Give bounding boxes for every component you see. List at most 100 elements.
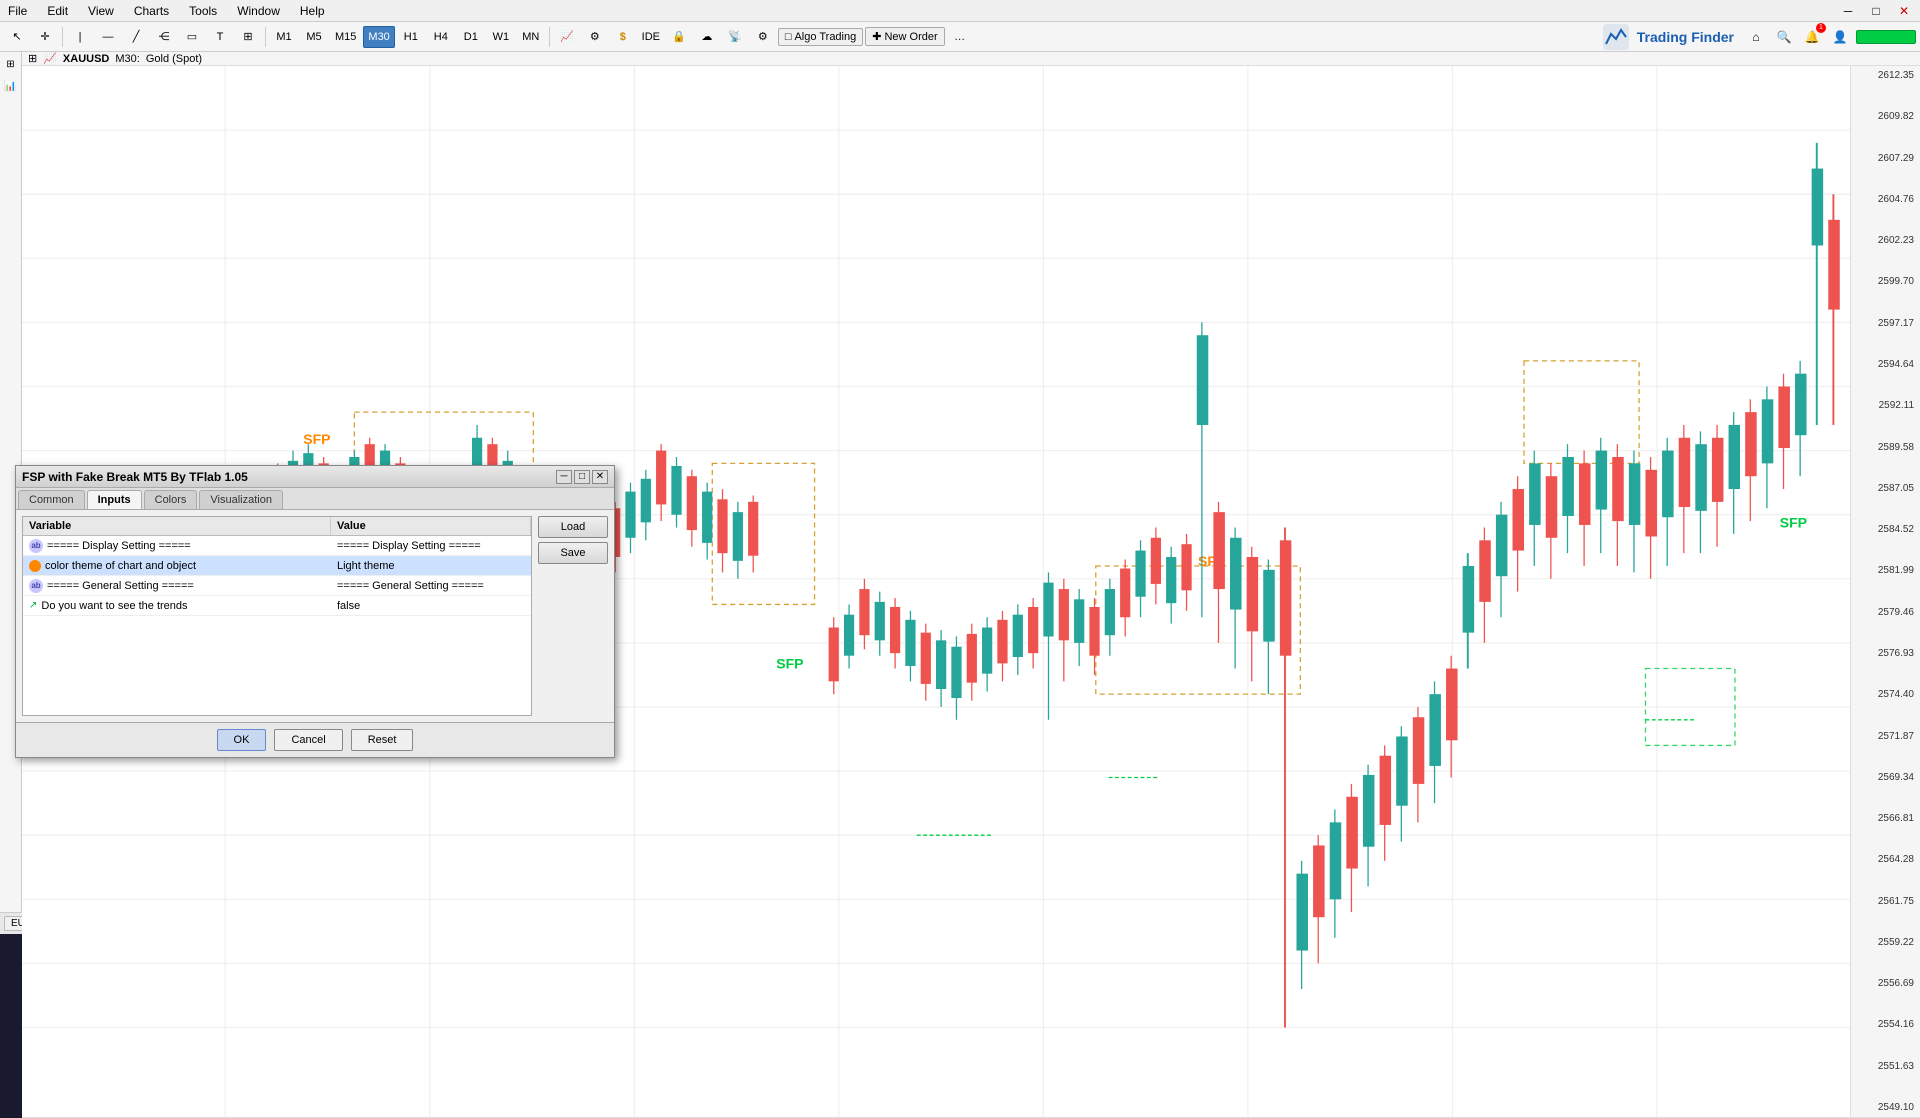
menu-window[interactable]: Window — [233, 4, 284, 18]
right-icons: ⌂ 🔍 🔔 1 👤 — [1744, 25, 1916, 49]
trendline-tool-btn[interactable]: ╱ — [123, 25, 149, 49]
menu-charts[interactable]: Charts — [130, 4, 173, 18]
price-label: 2579.46 — [1853, 607, 1918, 618]
tf-h1-btn[interactable]: H1 — [397, 26, 425, 48]
price-label: 2594.64 — [1853, 359, 1918, 370]
tab-common[interactable]: Common — [18, 490, 85, 509]
chart-description: Gold (Spot) — [146, 53, 202, 65]
settings-gear-btn[interactable]: ⚙ — [750, 25, 776, 49]
shapes-tool-btn[interactable]: ▭ — [179, 25, 205, 49]
ide-btn[interactable]: IDE — [638, 25, 664, 49]
cancel-btn[interactable]: Cancel — [274, 729, 342, 751]
variable-text-2: ===== General Setting ===== — [47, 580, 194, 592]
menu-file[interactable]: File — [4, 4, 31, 18]
price-label: 2576.93 — [1853, 648, 1918, 659]
load-btn[interactable]: Load — [538, 516, 608, 538]
variable-text-0: ===== Display Setting ===== — [47, 540, 191, 552]
table-row[interactable]: ab ===== General Setting ===== ===== Gen… — [23, 576, 531, 596]
ok-btn[interactable]: OK — [217, 729, 267, 751]
table-header: Variable Value — [23, 517, 531, 536]
menu-help[interactable]: Help — [296, 4, 329, 18]
home-icon-btn[interactable]: ⌂ — [1744, 25, 1768, 49]
tf-m15-btn[interactable]: M15 — [330, 26, 361, 48]
price-label: 2551.63 — [1853, 1061, 1918, 1072]
left-grid-btn[interactable]: ⊞ — [1, 54, 21, 74]
price-label: 2602.23 — [1853, 235, 1918, 246]
logo-area: Trading Finder — [1601, 22, 1734, 52]
more-btn[interactable]: … — [947, 25, 973, 49]
tf-w1-btn[interactable]: W1 — [487, 26, 515, 48]
text-tool-btn[interactable]: T — [207, 25, 233, 49]
cell-value-0: ===== Display Setting ===== — [331, 538, 531, 554]
inputs-table: Variable Value ab ===== Display Setting … — [22, 516, 532, 716]
gold-btn[interactable]: $ — [610, 25, 636, 49]
notification-btn[interactable]: 🔔 1 — [1800, 25, 1824, 49]
menu-view[interactable]: View — [84, 4, 118, 18]
logo-icon — [1601, 22, 1631, 52]
cell-variable-0: ab ===== Display Setting ===== — [23, 537, 331, 555]
channel-tool-btn[interactable]: ⋲ — [151, 25, 177, 49]
tf-h4-btn[interactable]: H4 — [427, 26, 455, 48]
signal-btn[interactable]: 📡 — [722, 25, 748, 49]
chart-type-btn[interactable]: 📈 — [554, 25, 580, 49]
price-label: 2571.87 — [1853, 731, 1918, 742]
price-label: 2559.22 — [1853, 937, 1918, 948]
tab-inputs[interactable]: Inputs — [87, 490, 142, 509]
reset-btn[interactable]: Reset — [351, 729, 414, 751]
window-restore-btn[interactable]: □ — [1864, 0, 1888, 23]
left-chart-btn[interactable]: 📊 — [1, 76, 21, 96]
hline-tool-btn[interactable]: — — [95, 25, 121, 49]
new-order-btn[interactable]: ✚ New Order — [865, 27, 944, 46]
tf-m30-btn[interactable]: M30 — [363, 26, 394, 48]
menu-tools[interactable]: Tools — [185, 4, 221, 18]
tf-m5-btn[interactable]: M5 — [300, 26, 328, 48]
logo-text: Trading Finder — [1637, 29, 1734, 45]
indicators-btn[interactable]: ⚙ — [582, 25, 608, 49]
search-icon-btn[interactable]: 🔍 — [1772, 25, 1796, 49]
price-label: 2589.58 — [1853, 442, 1918, 453]
table-row[interactable]: color theme of chart and object Light th… — [23, 556, 531, 576]
price-label: 2556.69 — [1853, 978, 1918, 989]
dialog-title: FSP with Fake Break MT5 By TFlab 1.05 — [22, 470, 554, 484]
tf-mn-btn[interactable]: MN — [517, 26, 545, 48]
icon-ab-0: ab — [29, 539, 43, 553]
tab-colors[interactable]: Colors — [144, 490, 198, 509]
algo-trading-btn[interactable]: □ Algo Trading — [778, 28, 863, 46]
dialog-minimize-btn[interactable]: ─ — [556, 470, 572, 484]
new-order-icon: ✚ — [872, 30, 881, 43]
table-row[interactable]: ab ===== Display Setting ===== ===== Dis… — [23, 536, 531, 556]
price-label: 2607.29 — [1853, 153, 1918, 164]
tf-m1-btn[interactable]: M1 — [270, 26, 298, 48]
tab-visualization[interactable]: Visualization — [199, 490, 283, 509]
dialog-restore-btn[interactable]: □ — [574, 470, 590, 484]
lock-btn[interactable]: 🔒 — [666, 25, 692, 49]
dialog-close-btn[interactable]: ✕ — [592, 470, 608, 484]
save-btn[interactable]: Save — [538, 542, 608, 564]
variable-text-1: color theme of chart and object — [45, 560, 196, 572]
toolbar-sep-3 — [549, 27, 550, 47]
algo-label: Algo Trading — [794, 31, 856, 43]
person-icon-btn[interactable]: 👤 — [1828, 25, 1852, 49]
cell-value-2: ===== General Setting ===== — [331, 578, 531, 594]
objects-tool-btn[interactable]: ⊞ — [235, 25, 261, 49]
crosshair-tool-btn[interactable]: ✛ — [32, 25, 58, 49]
cloud-btn[interactable]: ☁ — [694, 25, 720, 49]
menu-edit[interactable]: Edit — [43, 4, 72, 18]
cursor-tool-btn[interactable]: ↖ — [4, 25, 30, 49]
price-label: 2604.76 — [1853, 194, 1918, 205]
dialog-titlebar[interactable]: FSP with Fake Break MT5 By TFlab 1.05 ─ … — [16, 466, 614, 488]
cell-value-3: false — [331, 598, 531, 614]
tf-d1-btn[interactable]: D1 — [457, 26, 485, 48]
chart-symbol: XAUUSD — [63, 53, 109, 65]
window-minimize-btn[interactable]: ─ — [1836, 0, 1860, 23]
progress-bar — [1856, 30, 1916, 44]
chart-period: M30: — [115, 53, 139, 65]
cell-variable-2: ab ===== General Setting ===== — [23, 577, 331, 595]
table-row[interactable]: ↗ Do you want to see the trends false — [23, 596, 531, 616]
svg-text:SFP: SFP — [776, 656, 803, 672]
window-close-btn[interactable]: ✕ — [1892, 0, 1916, 23]
menu-bar: File Edit View Charts Tools Window Help … — [0, 0, 1920, 22]
notification-badge: 1 — [1816, 23, 1826, 33]
chart-icon2: 📈 — [43, 52, 57, 65]
line-tool-btn[interactable]: | — [67, 25, 93, 49]
